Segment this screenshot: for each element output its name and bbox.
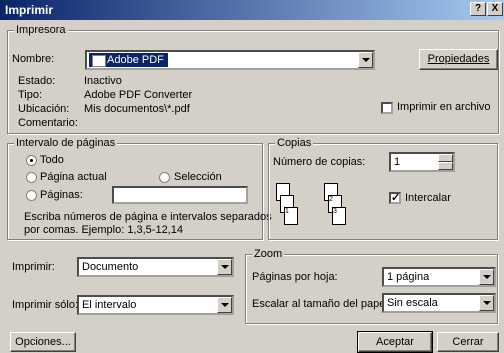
spin-down-icon[interactable] bbox=[438, 162, 453, 170]
copies-count-value: 1 bbox=[394, 156, 401, 168]
comment-label: Comentario: bbox=[18, 117, 78, 129]
copies-legend: Copias bbox=[275, 137, 314, 149]
chevron-down-icon[interactable] bbox=[358, 52, 373, 68]
print-what-select[interactable]: Documento bbox=[77, 257, 234, 277]
range-all-radio[interactable] bbox=[26, 155, 37, 166]
print-only-select[interactable]: El intervalo bbox=[77, 295, 234, 315]
scale-value: Sin escala bbox=[387, 297, 438, 309]
print-to-file-checkbox[interactable] bbox=[381, 102, 393, 114]
printer-icon bbox=[92, 55, 106, 67]
print-what-value: Documento bbox=[82, 261, 139, 273]
spin-up-icon[interactable] bbox=[438, 154, 453, 162]
printer-name-label: Nombre: bbox=[12, 53, 55, 65]
chevron-down-icon[interactable] bbox=[217, 297, 232, 313]
copies-count-input[interactable]: 1 bbox=[389, 152, 455, 172]
type-value: Adobe PDF Converter bbox=[84, 89, 193, 101]
chevron-down-icon[interactable] bbox=[479, 269, 494, 285]
page-icon: 1 bbox=[284, 207, 298, 225]
range-hint-line2: por comas. Ejemplo: 1,3,5-12,14 bbox=[24, 224, 183, 236]
range-pages-radio[interactable] bbox=[26, 190, 37, 201]
pages-per-sheet-select[interactable]: 1 página bbox=[382, 267, 496, 287]
pages-input[interactable] bbox=[112, 186, 248, 204]
chevron-down-icon[interactable] bbox=[479, 295, 494, 311]
scale-label: Escalar al tamaño del papel: bbox=[252, 298, 391, 310]
scale-select[interactable]: Sin escala bbox=[382, 293, 496, 313]
help-button[interactable]: ? bbox=[470, 2, 486, 16]
range-pages-label: Páginas: bbox=[40, 189, 83, 201]
page-number: 3 bbox=[333, 208, 337, 215]
ok-button[interactable]: Aceptar bbox=[357, 331, 433, 353]
page-number: 2 bbox=[329, 196, 333, 203]
range-current-radio[interactable] bbox=[26, 172, 37, 183]
properties-button[interactable]: Propiedades bbox=[419, 49, 498, 70]
close-button[interactable]: X bbox=[487, 2, 503, 16]
print-what-label: Imprimir: bbox=[12, 261, 55, 273]
location-value: Mis documentos\*.pdf bbox=[84, 103, 190, 115]
range-hint-line1: Escriba números de página e intervalos s… bbox=[24, 211, 272, 223]
zoom-legend: Zoom bbox=[252, 248, 285, 260]
range-current-label: Página actual bbox=[40, 171, 107, 183]
options-button[interactable]: Opciones... bbox=[10, 332, 76, 352]
window-title: Imprimir bbox=[5, 3, 54, 17]
printer-group: Impresora bbox=[7, 24, 499, 134]
pages-per-sheet-value: 1 página bbox=[387, 271, 430, 283]
copies-count-label: Número de copias: bbox=[273, 156, 366, 168]
print-dialog: Imprimir ? X Impresora Nombre: Adobe PDF… bbox=[0, 0, 504, 353]
location-label: Ubicación: bbox=[18, 103, 70, 115]
pages-per-sheet-label: Páginas por hoja: bbox=[252, 271, 338, 283]
status-label: Estado: bbox=[18, 75, 56, 87]
collate-checkbox[interactable] bbox=[389, 191, 401, 204]
range-all-label: Todo bbox=[40, 154, 64, 166]
page-number: 1 bbox=[285, 208, 289, 215]
status-value: Inactivo bbox=[84, 75, 122, 87]
page-icon: 3 bbox=[332, 207, 346, 225]
zoom-group: Zoom bbox=[245, 248, 498, 324]
collate-label: Intercalar bbox=[405, 192, 451, 204]
chevron-down-icon[interactable] bbox=[217, 259, 232, 275]
print-only-label: Imprimir sólo: bbox=[12, 299, 79, 311]
printer-name-select[interactable]: Adobe PDF bbox=[85, 50, 375, 70]
properties-label: Propiedades bbox=[427, 53, 490, 65]
print-only-value: El intervalo bbox=[82, 299, 137, 311]
cancel-button[interactable]: Cerrar bbox=[437, 332, 499, 352]
page-range-legend: Intervalo de páginas bbox=[14, 137, 118, 149]
range-selection-radio[interactable] bbox=[159, 172, 170, 183]
title-bar: Imprimir ? X bbox=[0, 0, 504, 20]
range-selection-label: Selección bbox=[174, 171, 222, 183]
type-label: Tipo: bbox=[18, 89, 43, 101]
print-to-file-label: Imprimir en archivo bbox=[397, 101, 491, 113]
printer-legend: Impresora bbox=[14, 24, 68, 36]
